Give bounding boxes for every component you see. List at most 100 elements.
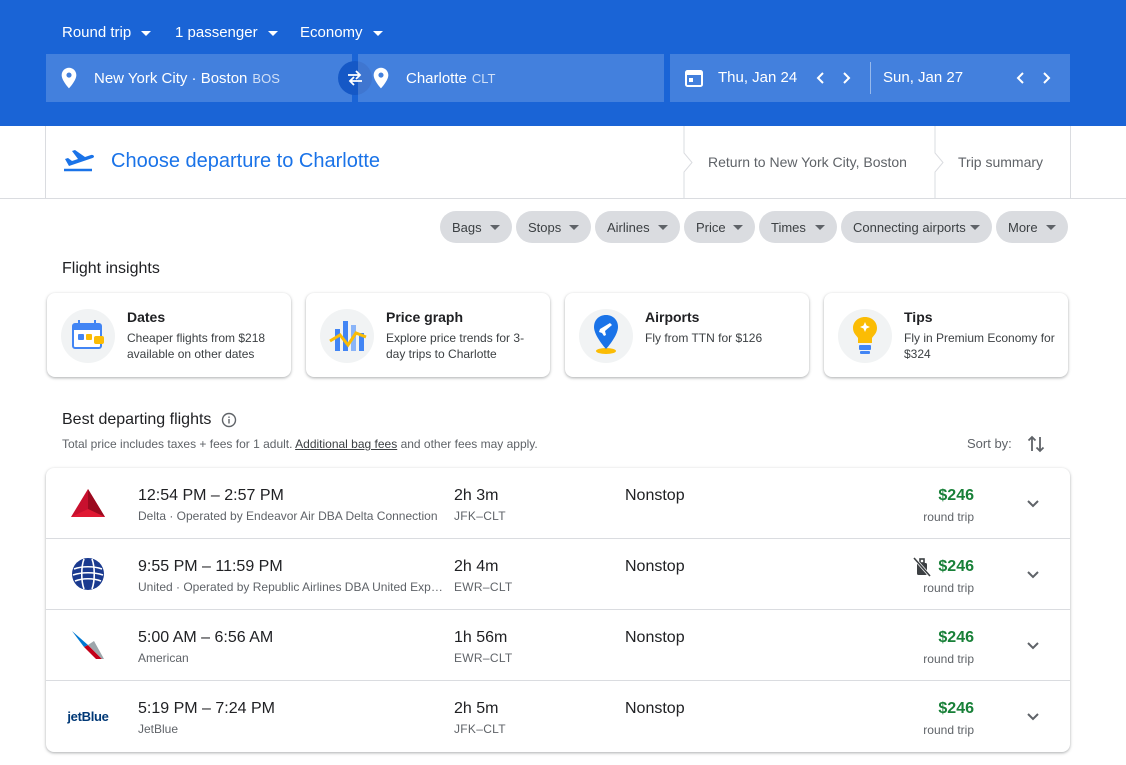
passengers-select[interactable]: 1 passenger xyxy=(175,22,278,42)
calendar-icon xyxy=(61,309,115,363)
filter-more[interactable]: More xyxy=(996,211,1068,243)
flight-airline: United · Operated by Republic Airlines D… xyxy=(138,580,443,594)
flight-price: $246 xyxy=(938,487,974,504)
chevron-right-icon[interactable] xyxy=(1038,70,1054,86)
origin-city: New York City · Boston xyxy=(94,69,248,87)
caret-down-icon xyxy=(1046,225,1056,230)
booking-steps: Choose departure to Charlotte Return to … xyxy=(45,126,1071,199)
origin-code: BOS xyxy=(252,70,280,86)
no-carry-on-bag-icon xyxy=(913,557,931,577)
step-trip-summary[interactable]: Trip summary xyxy=(958,154,1043,170)
destination-city: Charlotte xyxy=(406,69,467,87)
flight-price-note: round trip xyxy=(923,652,974,666)
flight-route: JFK–CLT xyxy=(454,722,506,736)
filter-label: More xyxy=(1008,219,1038,235)
filter-bags[interactable]: Bags xyxy=(440,211,512,243)
insight-card-dates[interactable]: Dates Cheaper flights from $218 availabl… xyxy=(47,293,291,377)
price-graph-icon xyxy=(320,309,374,363)
destination-code: CLT xyxy=(471,70,496,86)
flight-airline: American xyxy=(138,651,189,665)
flight-times: 9:55 PM – 11:59 PM xyxy=(138,558,283,575)
american-logo xyxy=(68,626,108,664)
lightbulb-icon xyxy=(838,309,892,363)
chevron-down-icon[interactable] xyxy=(1024,565,1042,583)
calendar-icon[interactable] xyxy=(684,68,704,88)
price-note-suffix: and other fees may apply. xyxy=(400,437,538,451)
filter-label: Bags xyxy=(452,219,482,235)
trip-type-label: Round trip xyxy=(62,23,132,41)
insight-card-price-graph[interactable]: Price graph Explore price trends for 3-d… xyxy=(306,293,550,377)
flight-route: EWR–CLT xyxy=(454,580,513,594)
sort-icon[interactable] xyxy=(1027,434,1045,454)
filter-airlines[interactable]: Airlines xyxy=(595,211,680,243)
depart-date[interactable]: Thu, Jan 24 xyxy=(718,69,797,86)
step-return[interactable]: Return to New York City, Boston xyxy=(708,154,907,170)
filter-label: Times xyxy=(771,219,806,235)
bag-fees-link[interactable]: Additional bag fees xyxy=(295,437,397,451)
flight-price-note: round trip xyxy=(923,723,974,737)
chevron-down-icon[interactable] xyxy=(1024,636,1042,654)
insight-desc: Explore price trends for 3-day trips to … xyxy=(386,331,525,361)
flight-times: 12:54 PM – 2:57 PM xyxy=(138,487,284,504)
flight-airline: JetBlue xyxy=(138,722,179,736)
filter-stops[interactable]: Stops xyxy=(516,211,591,243)
step-divider xyxy=(934,126,944,199)
chevron-down-icon[interactable] xyxy=(1024,707,1042,725)
return-date[interactable]: Sun, Jan 27 xyxy=(883,69,963,86)
location-pin-icon xyxy=(61,67,77,89)
caret-down-icon xyxy=(490,225,500,230)
flight-stops: Nonstop xyxy=(625,629,685,646)
price-note: Total price includes taxes + fees for 1 … xyxy=(62,437,538,451)
flight-duration: 1h 56m xyxy=(454,629,508,646)
jetblue-wordmark: jetBlue xyxy=(67,708,109,724)
results-heading: Best departing flights xyxy=(62,411,237,429)
chevron-right-icon[interactable] xyxy=(838,70,854,86)
destination-field[interactable]: Charlotte CLT xyxy=(358,54,664,102)
chevron-down-icon[interactable] xyxy=(1024,494,1042,512)
filter-label: Airlines xyxy=(607,219,650,235)
search-header: Round trip 1 passenger Economy New York … xyxy=(0,0,1126,126)
delta-logo xyxy=(68,484,108,522)
insight-title: Tips xyxy=(904,309,933,325)
flight-duration: 2h 3m xyxy=(454,487,499,504)
flight-row[interactable]: jetBlue 5:19 PM – 7:24 PM JetBlue 2h 5m … xyxy=(46,681,1070,752)
location-pin-icon xyxy=(373,67,389,89)
caret-down-icon xyxy=(658,225,668,230)
flight-list: 12:54 PM – 2:57 PM Delta · Operated by E… xyxy=(46,468,1070,752)
flight-route: EWR–CLT xyxy=(454,651,513,665)
flight-price: $246 xyxy=(938,629,974,646)
filter-label: Connecting airports xyxy=(853,219,966,235)
cabin-label: Economy xyxy=(300,23,363,41)
price-note-prefix: Total price includes taxes + fees for 1 … xyxy=(62,437,293,451)
filter-connecting-airports[interactable]: Connecting airports xyxy=(841,211,992,243)
united-logo xyxy=(68,555,108,593)
trip-type-select[interactable]: Round trip xyxy=(62,22,152,42)
filter-price[interactable]: Price xyxy=(684,211,755,243)
flight-price-note: round trip xyxy=(923,581,974,595)
flight-airline: Delta · Operated by Endeavor Air DBA Del… xyxy=(138,509,438,523)
insight-card-airports[interactable]: Airports Fly from TTN for $126 xyxy=(565,293,809,377)
caret-down-icon xyxy=(372,30,383,36)
flight-route: JFK–CLT xyxy=(454,509,506,523)
cabin-select[interactable]: Economy xyxy=(300,22,383,42)
flight-stops: Nonstop xyxy=(625,487,685,504)
insight-title: Dates xyxy=(127,309,166,325)
chevron-left-icon[interactable] xyxy=(813,70,829,86)
flight-times: 5:00 AM – 6:56 AM xyxy=(138,629,274,646)
flight-stops: Nonstop xyxy=(625,700,685,717)
divider xyxy=(0,198,1126,199)
filter-times[interactable]: Times xyxy=(759,211,837,243)
flight-price: $246 xyxy=(938,700,974,717)
insight-card-tips[interactable]: Tips Fly in Premium Economy for $324 xyxy=(824,293,1068,377)
insight-desc: Cheaper flights from $218 available on o… xyxy=(127,331,266,361)
flight-duration: 2h 4m xyxy=(454,558,499,575)
flight-row[interactable]: 5:00 AM – 6:56 AM American 1h 56m EWR–CL… xyxy=(46,610,1070,681)
step-divider xyxy=(683,126,693,199)
flight-row[interactable]: 12:54 PM – 2:57 PM Delta · Operated by E… xyxy=(46,468,1070,539)
insight-title: Price graph xyxy=(386,309,464,325)
flight-row[interactable]: 9:55 PM – 11:59 PM United · Operated by … xyxy=(46,539,1070,610)
chevron-left-icon[interactable] xyxy=(1013,70,1029,86)
origin-field[interactable]: New York City · Boston BOS xyxy=(46,54,352,102)
step-current-title: Choose departure to Charlotte xyxy=(111,150,381,172)
info-icon[interactable] xyxy=(221,412,237,428)
